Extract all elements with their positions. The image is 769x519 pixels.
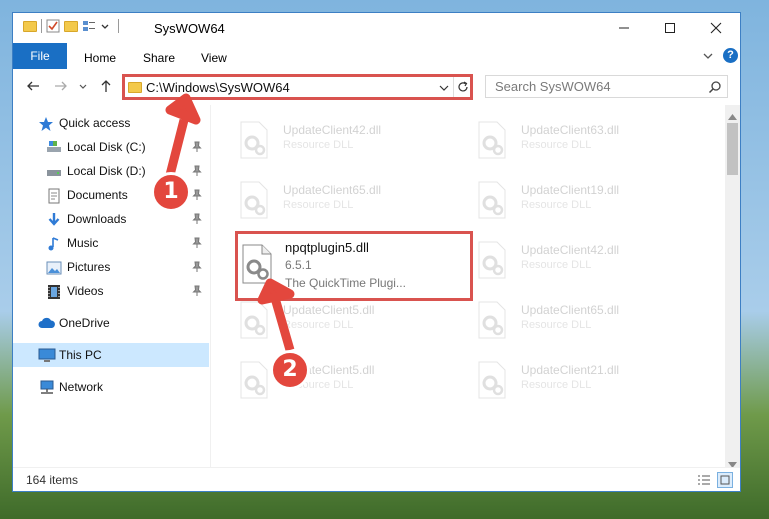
arrow-to-target-file — [257, 278, 295, 352]
arrow-to-address-bar — [165, 93, 201, 177]
annotation-arrows — [165, 93, 295, 352]
callout-badge-2: 2 — [270, 350, 310, 390]
callout-badge-1: 1 — [151, 172, 191, 212]
